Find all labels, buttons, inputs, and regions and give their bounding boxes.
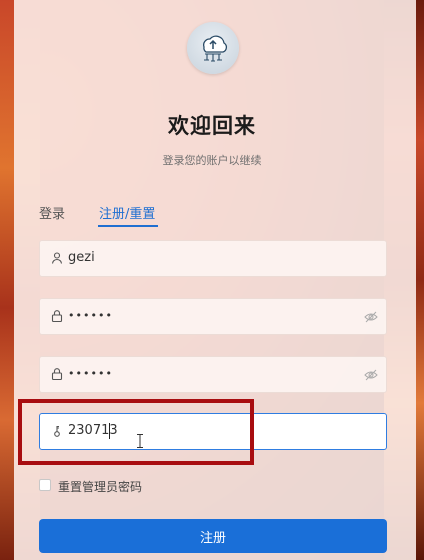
- active-tab-indicator: [98, 225, 158, 227]
- cloud-network-icon: [203, 35, 228, 62]
- tab-login[interactable]: 登录: [39, 203, 65, 222]
- eye-off-icon[interactable]: [364, 368, 378, 382]
- page-title: 欢迎回来: [168, 114, 256, 138]
- submit-button[interactable]: 注册: [39, 519, 387, 553]
- reset-admin-label[interactable]: 重置管理员密码: [58, 478, 142, 495]
- confirm-password-field[interactable]: ••••••: [39, 356, 387, 393]
- highlight-box: [18, 399, 254, 465]
- lock-icon: [51, 310, 63, 323]
- password-field[interactable]: ••••••: [39, 298, 387, 335]
- username-value: gezi: [68, 250, 95, 265]
- auth-card: [14, 0, 416, 560]
- logo: [187, 22, 239, 74]
- eye-off-icon[interactable]: [364, 310, 378, 324]
- password-value: ••••••: [68, 309, 113, 322]
- user-icon: [51, 252, 63, 264]
- tab-register-reset[interactable]: 注册/重置: [99, 203, 155, 222]
- reset-admin-checkbox[interactable]: [39, 479, 51, 491]
- confirm-password-value: ••••••: [68, 367, 113, 380]
- page-subtitle: 登录您的账户以继续: [162, 154, 262, 167]
- username-field[interactable]: gezi: [39, 240, 387, 277]
- lock-icon: [51, 368, 63, 381]
